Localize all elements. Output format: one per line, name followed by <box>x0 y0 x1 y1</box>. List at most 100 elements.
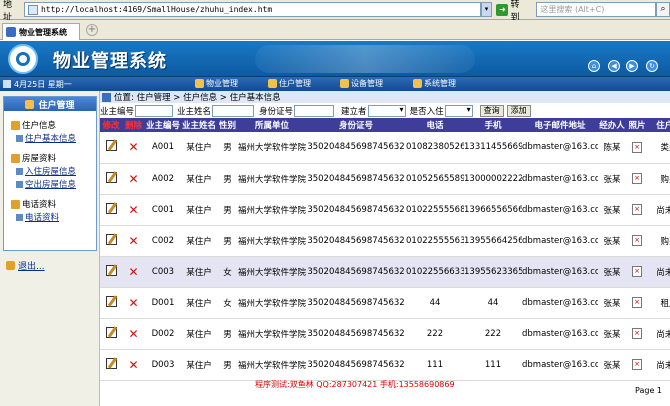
sidebar-link-resident-basic[interactable]: 住户基本信息 <box>16 132 96 144</box>
col-delete: 删除 <box>122 118 145 132</box>
forward-icon[interactable]: ▶ <box>626 60 638 72</box>
delete-icon[interactable]: ✕ <box>128 140 138 154</box>
menu-item-equipment[interactable]: 设备管理 <box>340 78 383 89</box>
sidebar-link-occupied[interactable]: 入住房屋信息 <box>16 165 96 177</box>
photo-icon[interactable]: × <box>632 141 642 153</box>
photo-cell[interactable]: × <box>626 287 648 319</box>
delete-cell[interactable]: ✕ <box>122 163 145 195</box>
photo-cell[interactable]: × <box>626 225 648 257</box>
photo-icon[interactable]: × <box>632 297 642 308</box>
sidebar-link-label: 入住房屋信息 <box>25 167 77 177</box>
exit-link[interactable]: 退出... <box>6 259 45 272</box>
edit-icon[interactable] <box>105 233 117 245</box>
edit-cell[interactable] <box>100 194 122 226</box>
edit-cell[interactable] <box>100 225 122 257</box>
tab-strip: 物业管理系统 + <box>0 20 670 40</box>
edit-cell[interactable] <box>100 163 122 195</box>
cell-resident-type: 尚未入 <box>648 256 670 288</box>
breadcrumb-text: 位置: 住户管理 > 住户信息 > 住户基本信息 <box>114 93 281 103</box>
edit-cell[interactable] <box>100 256 122 288</box>
cell-email: dbmaster@163.com <box>522 194 598 226</box>
owner-id-input[interactable] <box>135 104 174 117</box>
link-icon <box>16 180 23 188</box>
url-input[interactable]: http://localhost:4169/SmallHouse/zhuhu_i… <box>23 2 481 17</box>
edit-icon[interactable] <box>105 264 117 276</box>
menu-item-property[interactable]: 物业管理 <box>195 78 238 89</box>
main-content: 位置: 住户管理 > 住户信息 > 住户基本信息 业主编号 业主姓名 身份证号 … <box>100 91 670 406</box>
cell-id-card: 350204845698745632 <box>306 256 406 288</box>
edit-icon[interactable] <box>105 171 117 183</box>
delete-icon[interactable]: ✕ <box>128 327 138 341</box>
cell-owner-id: D001 <box>145 287 181 319</box>
menu-item-resident[interactable]: 住户管理 <box>268 78 311 89</box>
sidebar-link-phone[interactable]: 电话资料 <box>16 211 96 223</box>
delete-cell[interactable]: ✕ <box>122 225 145 257</box>
col-owner-id: 业主编号 <box>145 118 181 132</box>
col-photo: 照片 <box>626 118 648 132</box>
table-row: ✕ D001 某住户女福州大学软件学院 350204845698745632 44 44 d… <box>100 287 670 319</box>
add-button[interactable]: 添加 <box>506 104 531 117</box>
photo-cell[interactable]: × <box>626 132 648 164</box>
new-tab-icon[interactable]: + <box>86 24 98 36</box>
is-checked-in-select[interactable] <box>444 104 473 117</box>
edit-icon[interactable] <box>105 295 117 307</box>
delete-icon[interactable]: ✕ <box>128 172 138 186</box>
url-dropdown-icon[interactable]: ▾ <box>480 2 493 17</box>
edit-icon[interactable] <box>105 357 117 369</box>
back-icon[interactable]: ◀ <box>608 60 620 72</box>
delete-cell[interactable]: ✕ <box>122 256 145 288</box>
edit-cell[interactable] <box>100 132 122 164</box>
edit-icon[interactable] <box>105 202 117 214</box>
home-icon[interactable]: ⌂ <box>588 60 600 72</box>
owner-name-input[interactable] <box>212 104 255 117</box>
col-owner-name: 业主姓名 <box>181 118 217 132</box>
photo-icon[interactable]: × <box>632 328 642 339</box>
query-button[interactable]: 查询 <box>479 104 504 117</box>
photo-icon[interactable]: × <box>632 173 642 184</box>
col-mobile: 手机 <box>464 118 522 132</box>
sidebar-link-label: 电话资料 <box>25 213 60 223</box>
creator-select[interactable] <box>367 104 406 117</box>
delete-cell[interactable]: ✕ <box>122 132 145 164</box>
table-header-row: 修改 删除 业主编号 业主姓名 性别 所属单位 身份证号 电话 手机 电子邮件地… <box>100 118 670 132</box>
delete-icon[interactable]: ✕ <box>128 265 138 279</box>
cell-owner-name: 某住户 <box>181 318 217 350</box>
photo-cell[interactable]: × <box>626 256 648 288</box>
cell-unit: 福州大学软件学院 <box>238 163 306 195</box>
edit-icon[interactable] <box>105 140 117 152</box>
search-icon[interactable]: ⌕ <box>656 2 670 17</box>
photo-cell[interactable]: × <box>626 163 648 195</box>
delete-cell[interactable]: ✕ <box>122 318 145 350</box>
cell-unit: 福州大学软件学院 <box>238 194 306 226</box>
edit-icon[interactable] <box>105 326 117 338</box>
cell-owner-id: C001 <box>145 194 181 226</box>
col-id-card: 身份证号 <box>306 118 406 132</box>
sidebar-link-vacant[interactable]: 空出房屋信息 <box>16 178 96 190</box>
delete-icon[interactable]: ✕ <box>128 203 138 217</box>
is-checked-in-label: 是否入住 <box>409 106 444 117</box>
date-text: 4月25日 星期一 <box>14 79 72 89</box>
search-input[interactable]: 这里搜索 (Alt+C) <box>536 2 657 17</box>
cell-phone: 01052565589 <box>406 163 464 195</box>
photo-cell[interactable]: × <box>626 194 648 226</box>
edit-cell[interactable] <box>100 318 122 350</box>
tab-main[interactable]: 物业管理系统 <box>2 23 80 40</box>
edit-cell[interactable] <box>100 287 122 319</box>
delete-icon[interactable]: ✕ <box>128 234 138 248</box>
refresh-icon[interactable]: ↻ <box>646 60 658 72</box>
menu-item-system[interactable]: 系统管理 <box>413 78 456 89</box>
photo-cell[interactable]: × <box>626 318 648 350</box>
sidebar-group-housing: 房屋资料 <box>11 152 96 164</box>
photo-icon[interactable]: × <box>632 204 642 215</box>
cell-email: dbmaster@163.com <box>522 318 598 350</box>
photo-icon[interactable]: × <box>632 235 642 246</box>
photo-icon[interactable]: × <box>632 266 642 277</box>
system-icon <box>413 79 422 88</box>
delete-icon[interactable]: ✕ <box>128 296 138 310</box>
id-card-input[interactable] <box>294 104 335 117</box>
delete-icon[interactable]: ✕ <box>128 358 138 372</box>
delete-cell[interactable]: ✕ <box>122 287 145 319</box>
app-title: 物业管理系统 <box>53 51 167 72</box>
delete-cell[interactable]: ✕ <box>122 194 145 226</box>
photo-icon[interactable]: × <box>632 359 642 370</box>
